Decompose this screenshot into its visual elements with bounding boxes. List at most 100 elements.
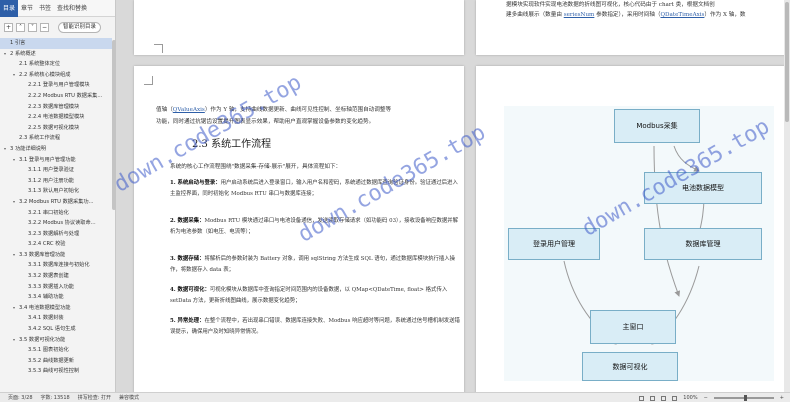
page-view-icon[interactable]	[650, 395, 656, 401]
toc-item-label: 2.2.3 数据库管理模块	[28, 103, 80, 110]
section-heading: 2.3 系统工作流程	[192, 139, 272, 150]
toc-item[interactable]: ▾ 3.5 数据可视化功能	[0, 335, 112, 346]
document-area[interactable]: 据模块实现软件实现电池数据的折线图可视化，核心代码由于 chart 类，根据文档…	[116, 0, 790, 392]
toc-item[interactable]: 3.2.4 CRC 校验	[0, 239, 112, 250]
toc-item[interactable]: 2.2.2 Modbus RTU 数据采集...	[0, 91, 112, 102]
toc-item[interactable]: 3.1.3 默认用户初始化	[0, 186, 112, 197]
workflow-step: 4. 数据可视化：可视化模块从数据库中查询指定时间范围内的设备数据，以 QMap…	[170, 285, 460, 306]
node-visualization[interactable]: 数据可视化	[582, 352, 678, 381]
toc-item-label: 3.1.1 用户登录验证	[28, 167, 74, 174]
toc-item[interactable]: ▾ 3.3 数据库管理功能	[0, 250, 112, 261]
document-scrollbar[interactable]	[784, 0, 790, 392]
text-run: 参数指定），采用时间轴（	[594, 12, 661, 18]
text-run: 值轴（	[156, 107, 173, 113]
step-text: 将解析后的参数封装为 Battery 对象，调用 sqlString 方法生成 …	[170, 256, 456, 273]
toc-item-label: 3.2.4 CRC 校验	[28, 241, 66, 248]
step-title: 3. 数据存储：	[170, 256, 205, 262]
toc-item[interactable]: 3.5.3 曲线可视性控制	[0, 366, 112, 377]
word-count[interactable]: 字数: 13518	[41, 394, 70, 401]
toc-item[interactable]: 2.2.4 电池数据模型模块	[0, 112, 112, 123]
tab-find-replace[interactable]: 查找和替换	[54, 0, 90, 17]
architecture-diagram: Modbus采集 电池数据模型 登录用户管理 数据库管理 主窗口 数据可视化	[504, 106, 774, 381]
page-top-left	[134, 0, 464, 55]
toc-item[interactable]: 3.4.2 SQL 语句生成	[0, 324, 112, 335]
toc-item[interactable]: 3.2.3 数据解析与处理	[0, 229, 112, 240]
zoom-slider-knob[interactable]	[743, 395, 747, 401]
toc-item-label: 2.2.5 数据可视化模块	[28, 124, 80, 131]
toc-item-label: 3.3 数据库管理功能	[19, 251, 66, 258]
toc-item[interactable]: 3.2.2 Modbus 协议读取命...	[0, 218, 112, 229]
expand-all-icon[interactable]: +	[4, 22, 13, 32]
scrollbar-thumb[interactable]	[785, 2, 789, 122]
toc-item[interactable]: ▾ 3.4 电池数据模型功能	[0, 303, 112, 314]
tab-chapters[interactable]: 章节	[18, 0, 36, 17]
toc-item[interactable]: 3.1.2 用户注册功能	[0, 176, 112, 187]
toc-item-label: 3.3.3 数据插入功能	[28, 283, 74, 290]
toc-item[interactable]: 3.3.4 辅助功能	[0, 292, 112, 303]
word-processor-window: 目录 章节 书签 查找和替换 + ˄ ˅ − 智能识别目录 1 引言 ▾ 2 系统概…	[0, 0, 790, 402]
toc-item[interactable]: ▾ 3.1 登录与用户管理功能	[0, 155, 112, 166]
move-up-icon[interactable]: ˄	[16, 22, 25, 32]
outline-view-icon[interactable]	[672, 395, 678, 401]
toc-item-label: 2.1 系统整体定位	[19, 61, 61, 68]
node-battery-model[interactable]: 电池数据模型	[644, 172, 762, 204]
toc-item[interactable]: ▾ 3 功能详细说明	[0, 144, 112, 155]
paragraph-text: 建多曲线展示（数量由 seriesNum 参数指定），采用时间轴（QDateTi…	[506, 10, 790, 20]
toc-item-label: 2 系统概述	[10, 50, 36, 57]
toc-item[interactable]: 3.3.3 数据插入功能	[0, 282, 112, 293]
zoom-out-icon[interactable]: −	[704, 395, 708, 401]
toc-item[interactable]: 2.2.3 数据库管理模块	[0, 102, 112, 113]
node-modbus[interactable]: Modbus采集	[614, 109, 700, 143]
step-title: 2. 数据采集：	[170, 218, 205, 224]
toc-item[interactable]: 3.3.2 数据表创建	[0, 271, 112, 282]
workflow-step: 2. 数据采集：Modbus RTU 模块通过串口与电池设备通信，发送读取存储请…	[170, 216, 460, 237]
toc-item[interactable]: 2.1 系统整体定位	[0, 59, 112, 70]
web-view-icon[interactable]	[661, 395, 667, 401]
toc-item[interactable]: 3.4.1 数据封装	[0, 313, 112, 324]
toc-item[interactable]: 2.2.5 数据可视化模块	[0, 123, 112, 134]
toc-item[interactable]: 3.5.1 图表初始化	[0, 345, 112, 356]
view-controls: 100% − +	[639, 393, 784, 402]
toc-item[interactable]: 3.1.1 用户登录验证	[0, 165, 112, 176]
toc-item-label: 2.2 系统核心模块组成	[19, 71, 71, 78]
code-run: QDateTimeAxis	[660, 12, 705, 18]
toc-item[interactable]: 3.2.1 串口初始化	[0, 208, 112, 219]
toc-item-label: 3.3.1 数据库连接与初始化	[28, 262, 90, 269]
toc-item-label: 3.2.2 Modbus 协议读取命...	[28, 220, 96, 227]
page-indicator[interactable]: 页面: 3/28	[8, 394, 33, 401]
navigation-pane: 目录 章节 书签 查找和替换 + ˄ ˅ − 智能识别目录 1 引言 ▾ 2 系统概…	[0, 0, 116, 392]
toc-item-label: 2.3 系统工作流程	[19, 135, 61, 142]
toc-item-label: 3.5 数据可视化功能	[19, 336, 66, 343]
zoom-slider[interactable]	[713, 395, 774, 401]
tab-bookmarks[interactable]: 书签	[36, 0, 54, 17]
node-database[interactable]: 数据库管理	[644, 228, 762, 260]
toc-item[interactable]: ▾ 3.2 Modbus RTU 数据采集功...	[0, 197, 112, 208]
toc-item[interactable]: 3.5.2 曲线数据更新	[0, 356, 112, 367]
eye-icon[interactable]	[639, 395, 645, 401]
status-bar: 页面: 3/28 字数: 13518 拼写检查: 打开 兼容模式 100% − …	[0, 392, 790, 402]
step-title: 4. 数据可视化：	[170, 287, 210, 293]
spell-check-status[interactable]: 拼写检查: 打开	[78, 394, 111, 401]
toc-item[interactable]: ▾ 2.2 系统核心模块组成	[0, 70, 112, 81]
text-run: 建多曲线展示（数量由	[506, 12, 564, 18]
margin-mark	[154, 44, 163, 53]
node-login[interactable]: 登录用户管理	[508, 228, 600, 260]
workflow-step: 5. 异常处理：在整个流程中，若出现串口错误、数据库连接失败、Modbus 响应…	[170, 316, 460, 337]
page-top-right: 据模块实现软件实现电池数据的折线图可视化，核心代码由于 chart 类，根据文档…	[476, 0, 790, 55]
toc-item[interactable]: 2.3 系统工作流程	[0, 133, 112, 144]
node-main-window[interactable]: 主窗口	[590, 310, 676, 344]
toc-item[interactable]: 1 引言	[0, 38, 112, 49]
toc-item[interactable]: 3.3.1 数据库连接与初始化	[0, 260, 112, 271]
collapse-icon[interactable]: −	[40, 22, 49, 32]
zoom-level[interactable]: 100%	[683, 395, 697, 401]
tab-toc[interactable]: 目录	[0, 0, 19, 17]
toc-item[interactable]: ▾ 2 系统概述	[0, 49, 112, 60]
margin-mark	[144, 76, 153, 85]
move-down-icon[interactable]: ˅	[28, 22, 37, 32]
paragraph-text: 功能，同时通过抗锯齿设置提升图表显示效果，帮助用户直观掌握设备参数的变化趋势。	[156, 119, 375, 125]
toc-item-label: 3.3.4 辅助功能	[28, 294, 64, 301]
smart-toc-button[interactable]: 智能识别目录	[58, 21, 102, 33]
zoom-in-icon[interactable]: +	[780, 395, 784, 401]
workflow-step: 3. 数据存储：将解析后的参数封装为 Battery 对象，调用 sqlStri…	[170, 254, 460, 275]
toc-item[interactable]: 2.2.1 登录与用户管理模块	[0, 80, 112, 91]
